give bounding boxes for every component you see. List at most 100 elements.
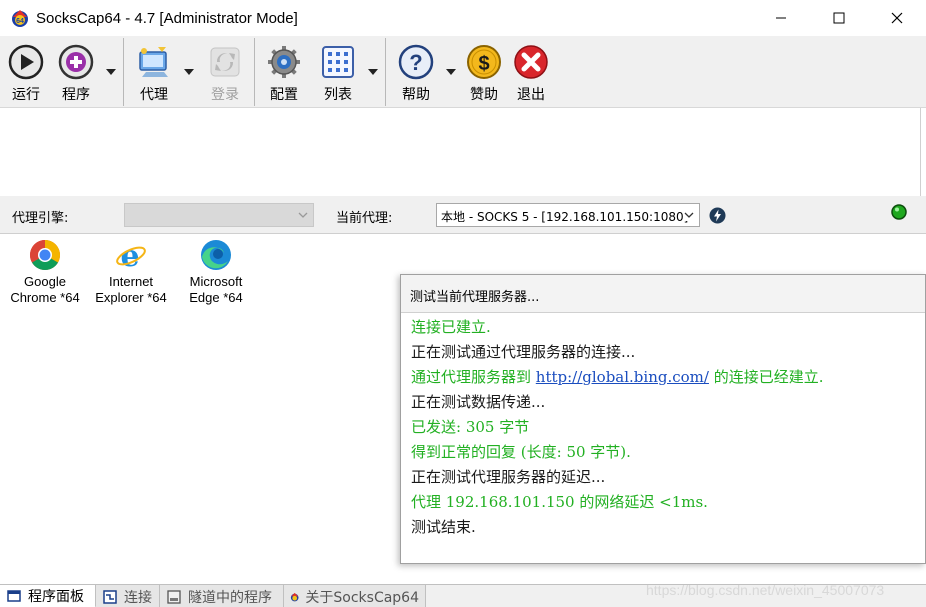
sponsor-label: 赞助 xyxy=(470,87,498,103)
log-line: 正在测试数据传递... xyxy=(411,393,546,411)
test-proxy-bolt-icon[interactable] xyxy=(709,207,726,224)
play-icon xyxy=(8,44,44,80)
list-dropdown-arrow-icon[interactable] xyxy=(368,69,378,75)
program-name-line1: Google xyxy=(24,274,66,289)
tab-label: 隧道中的程序 xyxy=(188,589,272,606)
log-line: 连接已建立. xyxy=(411,318,491,336)
help-label: 帮助 xyxy=(402,87,430,103)
sockscap64-logo-icon: 64 xyxy=(12,10,28,27)
tab-label: 关于SocksCap64 xyxy=(305,589,419,606)
close-icon xyxy=(891,12,903,24)
sponsor-button[interactable]: $ 赞助 xyxy=(458,36,510,108)
help-icon: ? xyxy=(398,44,434,80)
panel-icon xyxy=(7,589,21,602)
log-line: 得到正常的回复 (长度: 50 字节). xyxy=(411,443,631,461)
svg-text:64: 64 xyxy=(16,18,24,25)
add-program-icon xyxy=(58,44,94,80)
list-grid-icon xyxy=(322,46,354,78)
window-controls xyxy=(752,0,926,36)
svg-text:$: $ xyxy=(478,53,489,75)
current-proxy-label: 当前代理: xyxy=(336,211,393,226)
dialog-title: 测试当前代理服务器... xyxy=(410,290,540,305)
side-panel-edge xyxy=(920,108,926,196)
login-icon xyxy=(210,47,240,77)
exit-button[interactable]: 退出 xyxy=(505,36,557,108)
help-button[interactable]: ? 帮助 xyxy=(390,36,442,108)
config-label: 配置 xyxy=(270,87,298,103)
toolbar-separator xyxy=(385,38,386,106)
current-proxy-select[interactable]: 本地 - SOCKS 5 - [192.168.101.150:1080] xyxy=(436,203,700,227)
proxy-icon xyxy=(139,47,168,77)
tunnel-programs-icon xyxy=(167,589,181,604)
program-name-line1: Microsoft xyxy=(189,274,243,289)
tab-about[interactable]: 关于SocksCap64 xyxy=(284,585,426,607)
proxy-engine-label: 代理引擎: xyxy=(12,211,69,226)
tab-connections[interactable]: 连接 xyxy=(96,585,160,607)
connections-icon xyxy=(103,589,117,604)
test-log: 连接已建立. 正在测试通过代理服务器的连接... 通过代理服务器到 http:/… xyxy=(411,315,921,540)
tab-label: 连接 xyxy=(124,589,152,606)
chevron-down-icon xyxy=(298,212,308,218)
proxy-dropdown-arrow-icon[interactable] xyxy=(184,69,194,75)
program-item-chrome[interactable]: Google Chrome *64 xyxy=(0,239,90,306)
list-button[interactable]: 列表 xyxy=(312,36,364,108)
help-dropdown-arrow-icon[interactable] xyxy=(446,69,456,75)
config-button[interactable]: 配置 xyxy=(258,36,310,108)
log-line: 代理 192.168.101.150 的网络延迟 <1ms. xyxy=(411,493,708,511)
edge-icon xyxy=(201,240,231,270)
tab-label: 程序面板 xyxy=(28,588,84,605)
log-line: 通过代理服务器到 http://global.bing.com/ 的连接已经建立… xyxy=(411,365,921,390)
connection-status-icon xyxy=(891,204,907,220)
maximize-icon xyxy=(833,12,845,24)
program-item-internet-explorer[interactable]: e Internet Explorer *64 xyxy=(86,239,176,306)
proxy-bar: 代理引擎: 当前代理: 本地 - SOCKS 5 - [192.168.101.… xyxy=(0,196,926,234)
log-text: 通过代理服务器到 xyxy=(411,368,536,386)
window-title: SocksCap64 - 4.7 [Administrator Mode] xyxy=(36,9,298,27)
gear-icon xyxy=(268,46,300,78)
toolbar-separator xyxy=(123,38,124,106)
log-line: 测试结束. xyxy=(411,518,476,536)
svg-text:e: e xyxy=(120,239,139,271)
dollar-coin-icon: $ xyxy=(467,45,501,79)
run-button[interactable]: 运行 xyxy=(0,36,52,108)
internet-explorer-icon: e xyxy=(116,239,146,271)
program-button[interactable]: 程序 xyxy=(50,36,102,108)
dialog-title-bar: 测试当前代理服务器... xyxy=(401,275,925,313)
proxy-label: 代理 xyxy=(140,87,168,103)
program-info-area xyxy=(0,108,920,196)
svg-text:?: ? xyxy=(409,50,422,75)
log-line: 正在测试代理服务器的延迟... xyxy=(411,468,606,486)
log-line: 已发送: 305 字节 xyxy=(411,418,530,436)
title-bar: 64 SocksCap64 - 4.7 [Administrator Mode] xyxy=(0,0,926,36)
login-label: 登录 xyxy=(211,87,239,103)
log-text: 的连接已经建立. xyxy=(708,368,824,386)
close-button[interactable] xyxy=(868,0,926,36)
exit-label: 退出 xyxy=(517,87,545,103)
proxy-button[interactable]: 代理 xyxy=(128,36,180,108)
program-name-line2: Edge *64 xyxy=(189,290,243,305)
toolbar-separator xyxy=(254,38,255,106)
sockscap64-logo-icon xyxy=(290,592,299,601)
program-label: 程序 xyxy=(62,87,90,103)
test-url-link[interactable]: http://global.bing.com/ xyxy=(536,368,709,386)
proxy-test-dialog: 测试当前代理服务器... 连接已建立. 正在测试通过代理服务器的连接... 通过… xyxy=(400,274,926,564)
program-name-line1: Internet xyxy=(108,274,154,289)
current-proxy-value: 本地 - SOCKS 5 - [192.168.101.150:1080] xyxy=(441,210,689,224)
login-button[interactable]: 登录 xyxy=(199,36,251,108)
program-name-line2: Explorer *64 xyxy=(95,290,167,305)
program-item-edge[interactable]: Microsoft Edge *64 xyxy=(171,239,261,306)
run-label: 运行 xyxy=(12,87,40,103)
exit-icon xyxy=(514,45,548,79)
tab-tunnel-programs[interactable]: 隧道中的程序 xyxy=(160,585,284,607)
log-line: 正在测试通过代理服务器的连接... xyxy=(411,343,636,361)
maximize-button[interactable] xyxy=(810,0,868,36)
chevron-down-icon xyxy=(683,209,695,221)
main-toolbar: 运行 程序 代理 登录 配置 列表 ? 帮助 $ 赞助 退出 xyxy=(0,36,926,108)
program-dropdown-arrow-icon[interactable] xyxy=(106,69,116,75)
minimize-button[interactable] xyxy=(752,0,810,36)
list-label: 列表 xyxy=(324,87,352,103)
chrome-icon xyxy=(29,240,61,271)
minimize-icon xyxy=(776,17,786,19)
proxy-engine-select[interactable] xyxy=(124,203,314,227)
tab-program-panel[interactable]: 程序面板 xyxy=(0,585,96,607)
